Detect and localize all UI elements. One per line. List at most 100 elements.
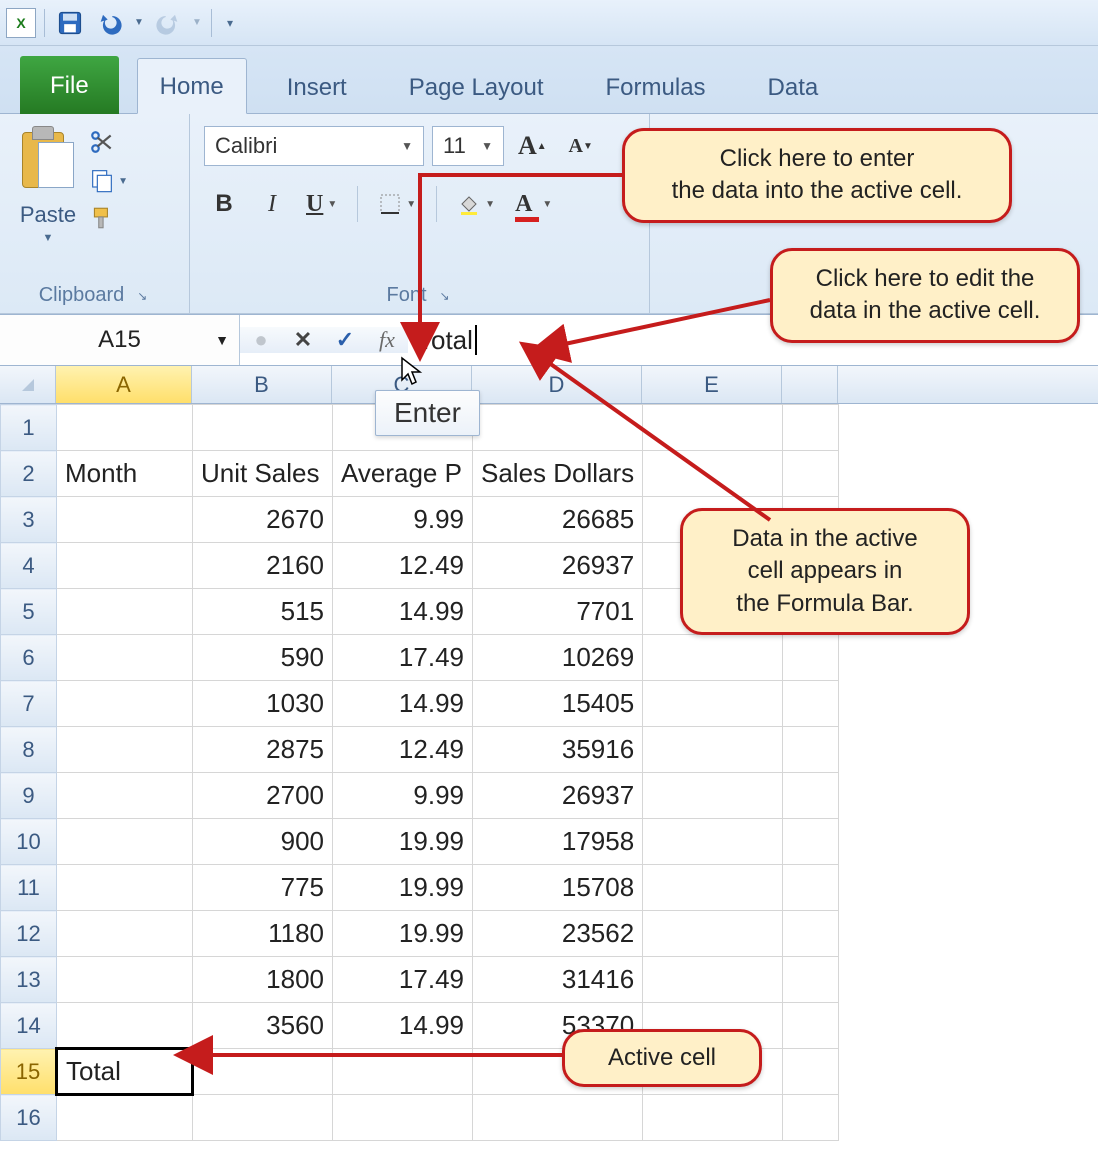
- cell-B4[interactable]: 2160: [193, 543, 333, 589]
- row-header-4[interactable]: 4: [1, 543, 57, 589]
- cell-B3[interactable]: 2670: [193, 497, 333, 543]
- cell-F12[interactable]: [783, 911, 839, 957]
- cell-C7[interactable]: 14.99: [333, 681, 473, 727]
- tab-file[interactable]: File: [20, 56, 119, 114]
- cell-B7[interactable]: 1030: [193, 681, 333, 727]
- cell-C14[interactable]: 14.99: [333, 1003, 473, 1049]
- cell-A12[interactable]: [57, 911, 193, 957]
- cell-C11[interactable]: 19.99: [333, 865, 473, 911]
- insert-function-button[interactable]: fx: [366, 327, 408, 353]
- cell-F8[interactable]: [783, 727, 839, 773]
- cell-F11[interactable]: [783, 865, 839, 911]
- cell-F9[interactable]: [783, 773, 839, 819]
- cell-C4[interactable]: 12.49: [333, 543, 473, 589]
- copy-dropdown[interactable]: ▼: [118, 176, 128, 187]
- cell-D16[interactable]: [473, 1095, 643, 1141]
- cell-C6[interactable]: 17.49: [333, 635, 473, 681]
- cell-A8[interactable]: [57, 727, 193, 773]
- cell-B11[interactable]: 775: [193, 865, 333, 911]
- cell-C10[interactable]: 19.99: [333, 819, 473, 865]
- cell-F2[interactable]: [783, 451, 839, 497]
- cell-C5[interactable]: 14.99: [333, 589, 473, 635]
- name-box[interactable]: A15 ▼: [0, 315, 240, 365]
- cell-B5[interactable]: 515: [193, 589, 333, 635]
- cell-E2[interactable]: [643, 451, 783, 497]
- cell-D3[interactable]: 26685: [473, 497, 643, 543]
- cell-F6[interactable]: [783, 635, 839, 681]
- cell-E1[interactable]: [643, 405, 783, 451]
- col-header-F[interactable]: [782, 366, 838, 403]
- row-header-7[interactable]: 7: [1, 681, 57, 727]
- col-header-E[interactable]: E: [642, 366, 782, 403]
- row-header-8[interactable]: 8: [1, 727, 57, 773]
- font-name-combo[interactable]: Calibri ▼: [204, 126, 424, 166]
- paste-dropdown-arrow[interactable]: ▼: [43, 232, 54, 244]
- cell-A11[interactable]: [57, 865, 193, 911]
- cell-E13[interactable]: [643, 957, 783, 1003]
- cell-C8[interactable]: 12.49: [333, 727, 473, 773]
- cell-C16[interactable]: [333, 1095, 473, 1141]
- cell-C9[interactable]: 9.99: [333, 773, 473, 819]
- cell-A1[interactable]: [57, 405, 193, 451]
- cell-E10[interactable]: [643, 819, 783, 865]
- cell-D11[interactable]: 15708: [473, 865, 643, 911]
- font-dialog-launcher[interactable]: ↘: [437, 288, 453, 304]
- copy-button[interactable]: ▼: [88, 166, 116, 194]
- fill-color-button[interactable]: ▼: [451, 184, 501, 224]
- cell-A14[interactable]: [57, 1003, 193, 1049]
- cell-E12[interactable]: [643, 911, 783, 957]
- cell-A6[interactable]: [57, 635, 193, 681]
- row-header-10[interactable]: 10: [1, 819, 57, 865]
- undo-button[interactable]: [93, 6, 127, 40]
- bold-button[interactable]: B: [204, 184, 244, 224]
- cell-D2[interactable]: Sales Dollars: [473, 451, 643, 497]
- excel-app-icon[interactable]: X: [6, 8, 36, 38]
- cell-B12[interactable]: 1180: [193, 911, 333, 957]
- format-painter-button[interactable]: [88, 204, 116, 232]
- qat-customize-dropdown[interactable]: ▾: [220, 16, 240, 30]
- cell-C3[interactable]: 9.99: [333, 497, 473, 543]
- cell-B10[interactable]: 900: [193, 819, 333, 865]
- cell-F7[interactable]: [783, 681, 839, 727]
- tab-formulas[interactable]: Formulas: [584, 60, 728, 114]
- row-header-12[interactable]: 12: [1, 911, 57, 957]
- cell-B13[interactable]: 1800: [193, 957, 333, 1003]
- cell-D1[interactable]: [473, 405, 643, 451]
- undo-dropdown[interactable]: ▼: [133, 17, 145, 28]
- cell-C2[interactable]: Average P: [333, 451, 473, 497]
- cell-D13[interactable]: 31416: [473, 957, 643, 1003]
- col-header-A[interactable]: A: [56, 366, 192, 403]
- cancel-entry-button[interactable]: ✕: [282, 327, 324, 353]
- row-header-14[interactable]: 14: [1, 1003, 57, 1049]
- cell-C15[interactable]: [333, 1049, 473, 1095]
- cell-D10[interactable]: 17958: [473, 819, 643, 865]
- cell-A9[interactable]: [57, 773, 193, 819]
- cell-E11[interactable]: [643, 865, 783, 911]
- col-header-D[interactable]: D: [472, 366, 642, 403]
- col-header-B[interactable]: B: [192, 366, 332, 403]
- cell-B1[interactable]: [193, 405, 333, 451]
- clipboard-dialog-launcher[interactable]: ↘: [134, 288, 150, 304]
- cell-B9[interactable]: 2700: [193, 773, 333, 819]
- cell-D7[interactable]: 15405: [473, 681, 643, 727]
- redo-dropdown[interactable]: ▼: [191, 17, 203, 28]
- save-button[interactable]: [53, 6, 87, 40]
- row-header-9[interactable]: 9: [1, 773, 57, 819]
- cell-B2[interactable]: Unit Sales: [193, 451, 333, 497]
- cell-B16[interactable]: [193, 1095, 333, 1141]
- row-header-5[interactable]: 5: [1, 589, 57, 635]
- cell-F13[interactable]: [783, 957, 839, 1003]
- cell-A5[interactable]: [57, 589, 193, 635]
- border-button[interactable]: ▼: [372, 184, 422, 224]
- cell-D6[interactable]: 10269: [473, 635, 643, 681]
- row-header-3[interactable]: 3: [1, 497, 57, 543]
- cell-D5[interactable]: 7701: [473, 589, 643, 635]
- cell-C12[interactable]: 19.99: [333, 911, 473, 957]
- cell-B14[interactable]: 3560: [193, 1003, 333, 1049]
- cut-button[interactable]: [88, 128, 116, 156]
- cell-E8[interactable]: [643, 727, 783, 773]
- tab-insert[interactable]: Insert: [265, 60, 369, 114]
- tab-home[interactable]: Home: [137, 58, 247, 114]
- cell-A3[interactable]: [57, 497, 193, 543]
- row-header-13[interactable]: 13: [1, 957, 57, 1003]
